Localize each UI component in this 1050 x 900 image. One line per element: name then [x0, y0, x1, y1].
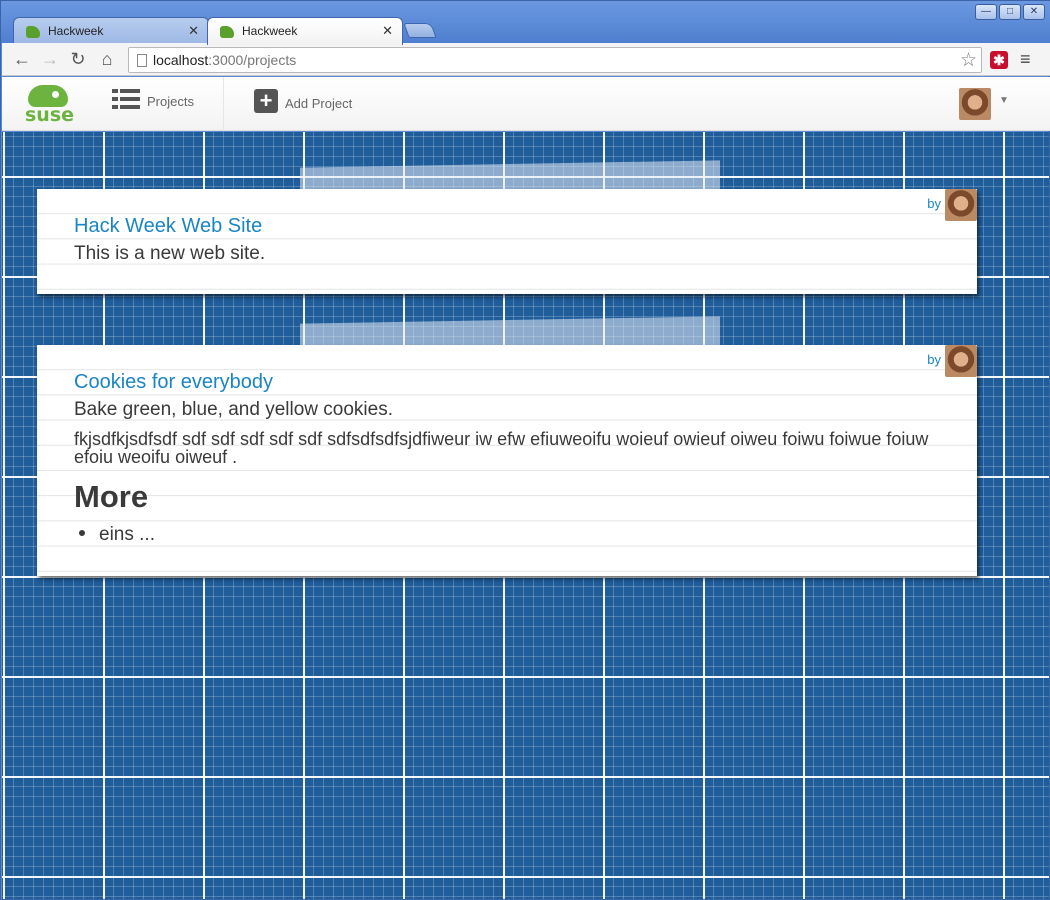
maximize-button[interactable]: □: [999, 4, 1021, 20]
suse-favicon-icon: [26, 26, 40, 38]
menu-icon[interactable]: ≡: [1020, 49, 1031, 70]
back-arrow-icon[interactable]: ←: [11, 48, 33, 70]
suse-logo[interactable]: suse: [22, 83, 78, 126]
by-label: by: [927, 352, 941, 367]
close-icon[interactable]: ✕: [382, 23, 393, 39]
nav-projects[interactable]: Projects: [112, 89, 194, 111]
project-title-link[interactable]: Hack Week Web Site: [74, 215, 262, 238]
section-heading: More: [74, 479, 149, 514]
nav-add-project-label: Add Project: [285, 96, 353, 111]
project-description: Bake green, blue, and yellow cookies.: [74, 399, 393, 420]
tab-strip: Hackweek ✕ Hackweek ✕ — □ ✕: [1, 1, 1050, 45]
address-bar[interactable]: localhost:3000/projects ☆: [128, 47, 982, 73]
tab-label: Hackweek: [48, 24, 104, 38]
window-controls: — □ ✕: [975, 4, 1045, 20]
list-item: eins ...: [79, 524, 155, 546]
app-header: suse Projects + Add Project ▼: [2, 77, 1050, 131]
nav-add-project[interactable]: + Add Project: [254, 89, 352, 113]
nav-projects-label: Projects: [147, 94, 194, 109]
project-card: by Hack Week Web Site This is a new web …: [37, 189, 977, 294]
chameleon-eye: [52, 91, 59, 98]
tab-label: Hackweek: [242, 24, 298, 38]
project-title-link[interactable]: Cookies for everybody: [74, 371, 273, 394]
author-avatar[interactable]: [945, 345, 977, 377]
plus-icon: +: [254, 89, 278, 113]
forward-arrow-icon[interactable]: →: [39, 48, 61, 70]
suse-favicon-icon: [220, 26, 234, 38]
tab-hackweek-2[interactable]: Hackweek ✕: [207, 17, 403, 45]
close-window-button[interactable]: ✕: [1023, 4, 1045, 20]
project-card: by Cookies for everybody Bake green, blu…: [37, 345, 977, 576]
new-tab-button[interactable]: [403, 23, 437, 38]
browser-toolbar: ← → ↻ ⌂ localhost:3000/projects ☆ ✱ ≡: [2, 43, 1050, 76]
url-path: :3000/projects: [208, 52, 297, 68]
user-avatar[interactable]: [959, 88, 991, 120]
tab-hackweek-1[interactable]: Hackweek ✕: [13, 17, 209, 44]
by-label: by: [927, 196, 941, 211]
logo-wordmark: suse: [25, 104, 75, 126]
project-body-text: fkjsdfkjsdfsdf sdf sdf sdf sdf sdf sdfsd…: [74, 429, 929, 467]
url-host: localhost: [153, 52, 209, 68]
nav-divider: [223, 77, 224, 131]
reload-icon[interactable]: ↻: [67, 48, 89, 70]
home-icon[interactable]: ⌂: [96, 48, 118, 70]
blueprint-background: by Hack Week Web Site This is a new web …: [2, 132, 1049, 899]
author-avatar[interactable]: [945, 189, 977, 221]
minimize-button[interactable]: —: [975, 4, 997, 20]
bookmark-star-icon[interactable]: ☆: [960, 49, 977, 72]
close-icon[interactable]: ✕: [188, 23, 199, 39]
chevron-down-icon[interactable]: ▼: [999, 95, 1009, 106]
list-icon: [112, 89, 140, 111]
extension-icon[interactable]: ✱: [990, 51, 1008, 69]
page-icon: [137, 54, 147, 67]
project-description: This is a new web site.: [74, 243, 266, 264]
browser-window: Hackweek ✕ Hackweek ✕ — □ ✕ ← → ↻ ⌂ loca…: [0, 0, 1050, 900]
